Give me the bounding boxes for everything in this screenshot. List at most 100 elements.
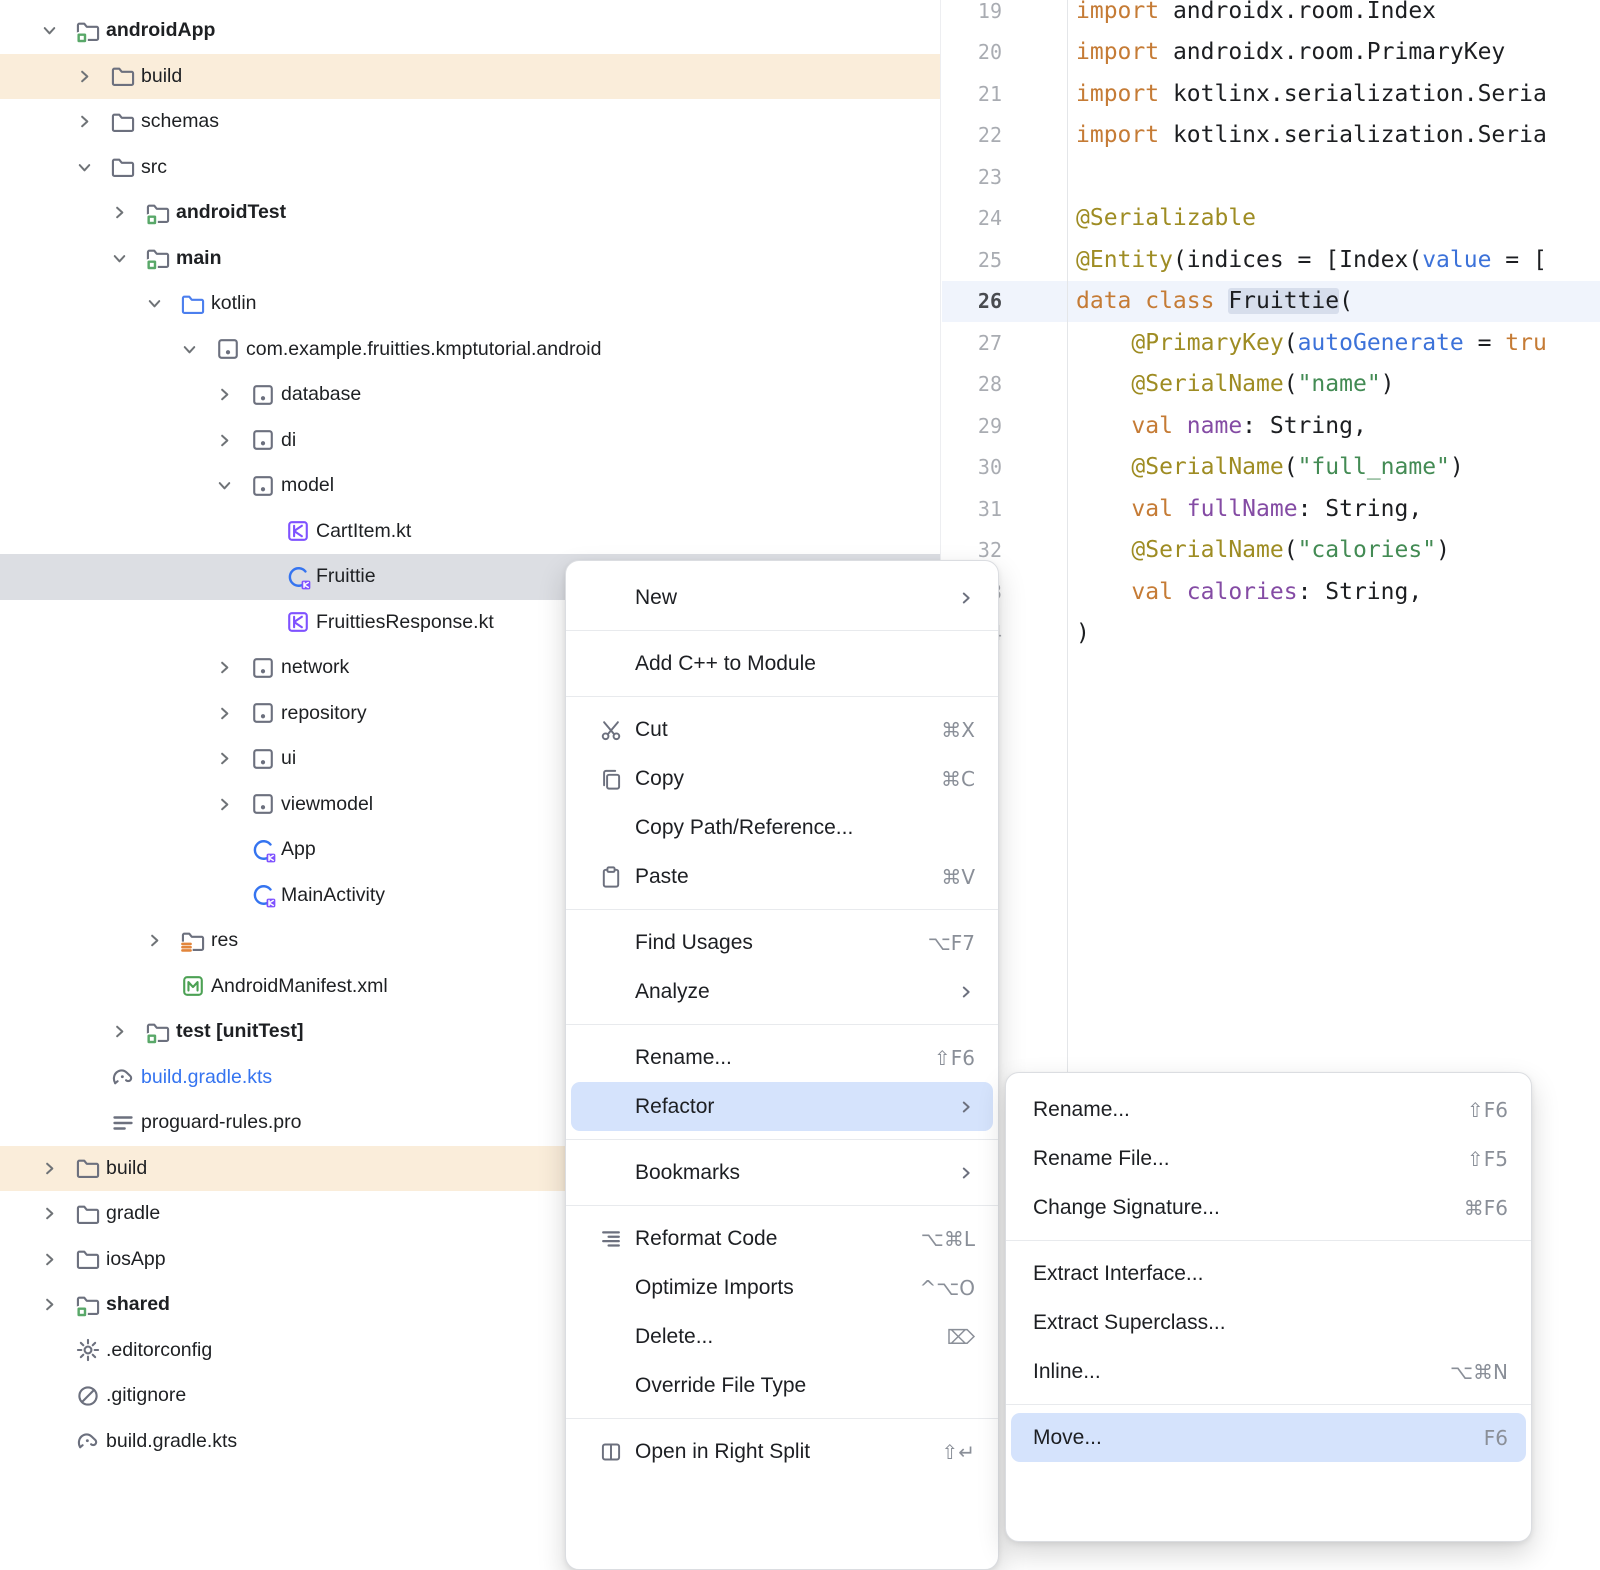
- code-text: import androidx.room.PrimaryKey: [1076, 39, 1505, 65]
- chevron-right-icon[interactable]: [215, 385, 250, 404]
- menu-item-rename[interactable]: Rename...⇧F6: [1011, 1085, 1526, 1134]
- menu-item-bookmarks[interactable]: Bookmarks: [571, 1148, 993, 1197]
- tree-item-androidtest[interactable]: androidTest: [0, 190, 940, 236]
- menu-item-add-c-to-module[interactable]: Add C++ to Module: [571, 639, 993, 688]
- menu-item-override-file-type[interactable]: Override File Type: [571, 1361, 993, 1410]
- menu-item-rename[interactable]: Rename...⇧F6: [571, 1033, 993, 1082]
- tree-item-label: model: [280, 474, 334, 497]
- tree-item-schemas[interactable]: schemas: [0, 99, 940, 145]
- line-number[interactable]: 20: [942, 40, 1067, 64]
- chevron-down-icon[interactable]: [180, 340, 215, 359]
- menu-item-change-signature[interactable]: Change Signature...⌘F6: [1011, 1183, 1526, 1232]
- chevron-down-icon[interactable]: [75, 158, 110, 177]
- tree-item-com-example-fruitties-kmptutorial-android[interactable]: com.example.fruitties.kmptutorial.androi…: [0, 327, 940, 373]
- tree-item-cartitem-kt[interactable]: CartItem.kt: [0, 509, 940, 555]
- chevron-down-icon[interactable]: [110, 249, 145, 268]
- menu-item-cut[interactable]: Cut⌘X: [571, 705, 993, 754]
- line-number[interactable]: 31: [942, 497, 1067, 521]
- code-line[interactable]: 27 @PrimaryKey(autoGenerate = tru: [942, 322, 1600, 364]
- code-line[interactable]: 21import kotlinx.serialization.Seria: [942, 73, 1600, 115]
- code-line[interactable]: 20 import androidx.room.PrimaryKey: [942, 32, 1600, 74]
- chevron-right-icon[interactable]: [110, 203, 145, 222]
- line-number[interactable]: 19: [942, 0, 1067, 23]
- menu-item-extract-interface[interactable]: Extract Interface...: [1011, 1249, 1526, 1298]
- chevron-right-icon[interactable]: [215, 795, 250, 814]
- tree-item-di[interactable]: di: [0, 418, 940, 464]
- code-line[interactable]: 31 val fullName: String,: [942, 488, 1600, 530]
- chevron-down-icon[interactable]: [215, 476, 250, 495]
- code-line[interactable]: 23: [942, 156, 1600, 198]
- folder-icon: [75, 1201, 105, 1227]
- menu-item-new[interactable]: New: [571, 573, 993, 622]
- menu-item-copy[interactable]: Copy⌘C: [571, 754, 993, 803]
- code-line[interactable]: 28 @SerialName("name"): [942, 364, 1600, 406]
- chevron-right-icon[interactable]: [40, 1159, 75, 1178]
- code-line[interactable]: 26data class Fruittie(: [942, 281, 1600, 323]
- chevron-right-icon[interactable]: [215, 704, 250, 723]
- menu-item-reformat-code[interactable]: Reformat Code⌥⌘L: [571, 1214, 993, 1263]
- menu-item-delete[interactable]: Delete...⌦: [571, 1312, 993, 1361]
- code-line[interactable]: 24 @Serializable: [942, 198, 1600, 240]
- chevron-right-icon[interactable]: [215, 749, 250, 768]
- code-line[interactable]: 33 val calories: String,: [942, 571, 1600, 613]
- code-line[interactable]: 30 @SerialName("full_name"): [942, 447, 1600, 489]
- line-number[interactable]: 26: [942, 289, 1067, 313]
- package-icon: [250, 427, 280, 453]
- code-line[interactable]: 22 import kotlinx.serialization.Seria: [942, 115, 1600, 157]
- tree-item-kotlin[interactable]: kotlin: [0, 281, 940, 327]
- menu-item-shortcut: ⇧F6: [1447, 1098, 1508, 1122]
- code-text: @Serializable: [1076, 205, 1256, 231]
- line-number[interactable]: 27: [942, 331, 1067, 355]
- line-number[interactable]: 25: [942, 248, 1067, 272]
- folder-icon: [75, 1155, 105, 1181]
- chevron-right-icon[interactable]: [145, 931, 180, 950]
- code-line[interactable]: 34): [942, 613, 1600, 655]
- menu-item-optimize-imports[interactable]: Optimize Imports^⌥O: [571, 1263, 993, 1312]
- menu-item-shortcut: ⌘F6: [1444, 1196, 1508, 1220]
- tree-item-build[interactable]: build: [0, 54, 940, 100]
- menu-item-extract-superclass[interactable]: Extract Superclass...: [1011, 1298, 1526, 1347]
- code-text: import kotlinx.serialization.Seria: [1076, 122, 1547, 148]
- line-number[interactable]: 24: [942, 206, 1067, 230]
- code-line[interactable]: 29 val name: String,: [942, 405, 1600, 447]
- chevron-right-icon[interactable]: [75, 67, 110, 86]
- chevron-right-icon[interactable]: [40, 1295, 75, 1314]
- menu-item-open-in-right-split[interactable]: Open in Right Split⇧↵: [571, 1427, 993, 1476]
- chevron-right-icon[interactable]: [215, 431, 250, 450]
- chevron-right-icon[interactable]: [40, 1204, 75, 1223]
- chevron-right-icon[interactable]: [110, 1022, 145, 1041]
- menu-item-refactor[interactable]: Refactor: [571, 1082, 993, 1131]
- menu-item-inline[interactable]: Inline...⌥⌘N: [1011, 1347, 1526, 1396]
- tree-item-src[interactable]: src: [0, 145, 940, 191]
- menu-item-label: Cut: [635, 718, 668, 742]
- line-number[interactable]: 23: [942, 165, 1067, 189]
- line-number[interactable]: 29: [942, 414, 1067, 438]
- chevron-right-icon[interactable]: [215, 658, 250, 677]
- tree-item-model[interactable]: model: [0, 463, 940, 509]
- code-line[interactable]: 25@Entity(indices = [Index(value = [: [942, 239, 1600, 281]
- menu-item-rename-file[interactable]: Rename File...⇧F5: [1011, 1134, 1526, 1183]
- code-line[interactable]: 19import androidx.room.Index: [942, 0, 1600, 32]
- tree-item-main[interactable]: main: [0, 236, 940, 282]
- gradle-icon: [110, 1064, 140, 1090]
- menu-item-analyze[interactable]: Analyze: [571, 967, 993, 1016]
- chevron-down-icon[interactable]: [40, 21, 75, 40]
- line-number[interactable]: 22: [942, 123, 1067, 147]
- menu-item-copy-path-reference[interactable]: Copy Path/Reference...: [571, 803, 993, 852]
- line-number[interactable]: 30: [942, 455, 1067, 479]
- tree-item-database[interactable]: database: [0, 372, 940, 418]
- chevron-right-icon[interactable]: [40, 1250, 75, 1269]
- tree-item-label: database: [280, 383, 361, 406]
- code-line[interactable]: 32 @SerialName("calories"): [942, 530, 1600, 572]
- menu-item-move[interactable]: Move...F6: [1011, 1413, 1526, 1462]
- line-number[interactable]: 28: [942, 372, 1067, 396]
- chevron-right-icon[interactable]: [75, 112, 110, 131]
- menu-item-label: Delete...: [635, 1325, 713, 1349]
- menu-item-label: Move...: [1033, 1426, 1102, 1450]
- tree-item-androidapp[interactable]: androidApp: [0, 8, 940, 54]
- line-number[interactable]: 32: [942, 538, 1067, 562]
- line-number[interactable]: 21: [942, 82, 1067, 106]
- menu-item-find-usages[interactable]: Find Usages⌥F7: [571, 918, 993, 967]
- chevron-down-icon[interactable]: [145, 294, 180, 313]
- menu-item-paste[interactable]: Paste⌘V: [571, 852, 993, 901]
